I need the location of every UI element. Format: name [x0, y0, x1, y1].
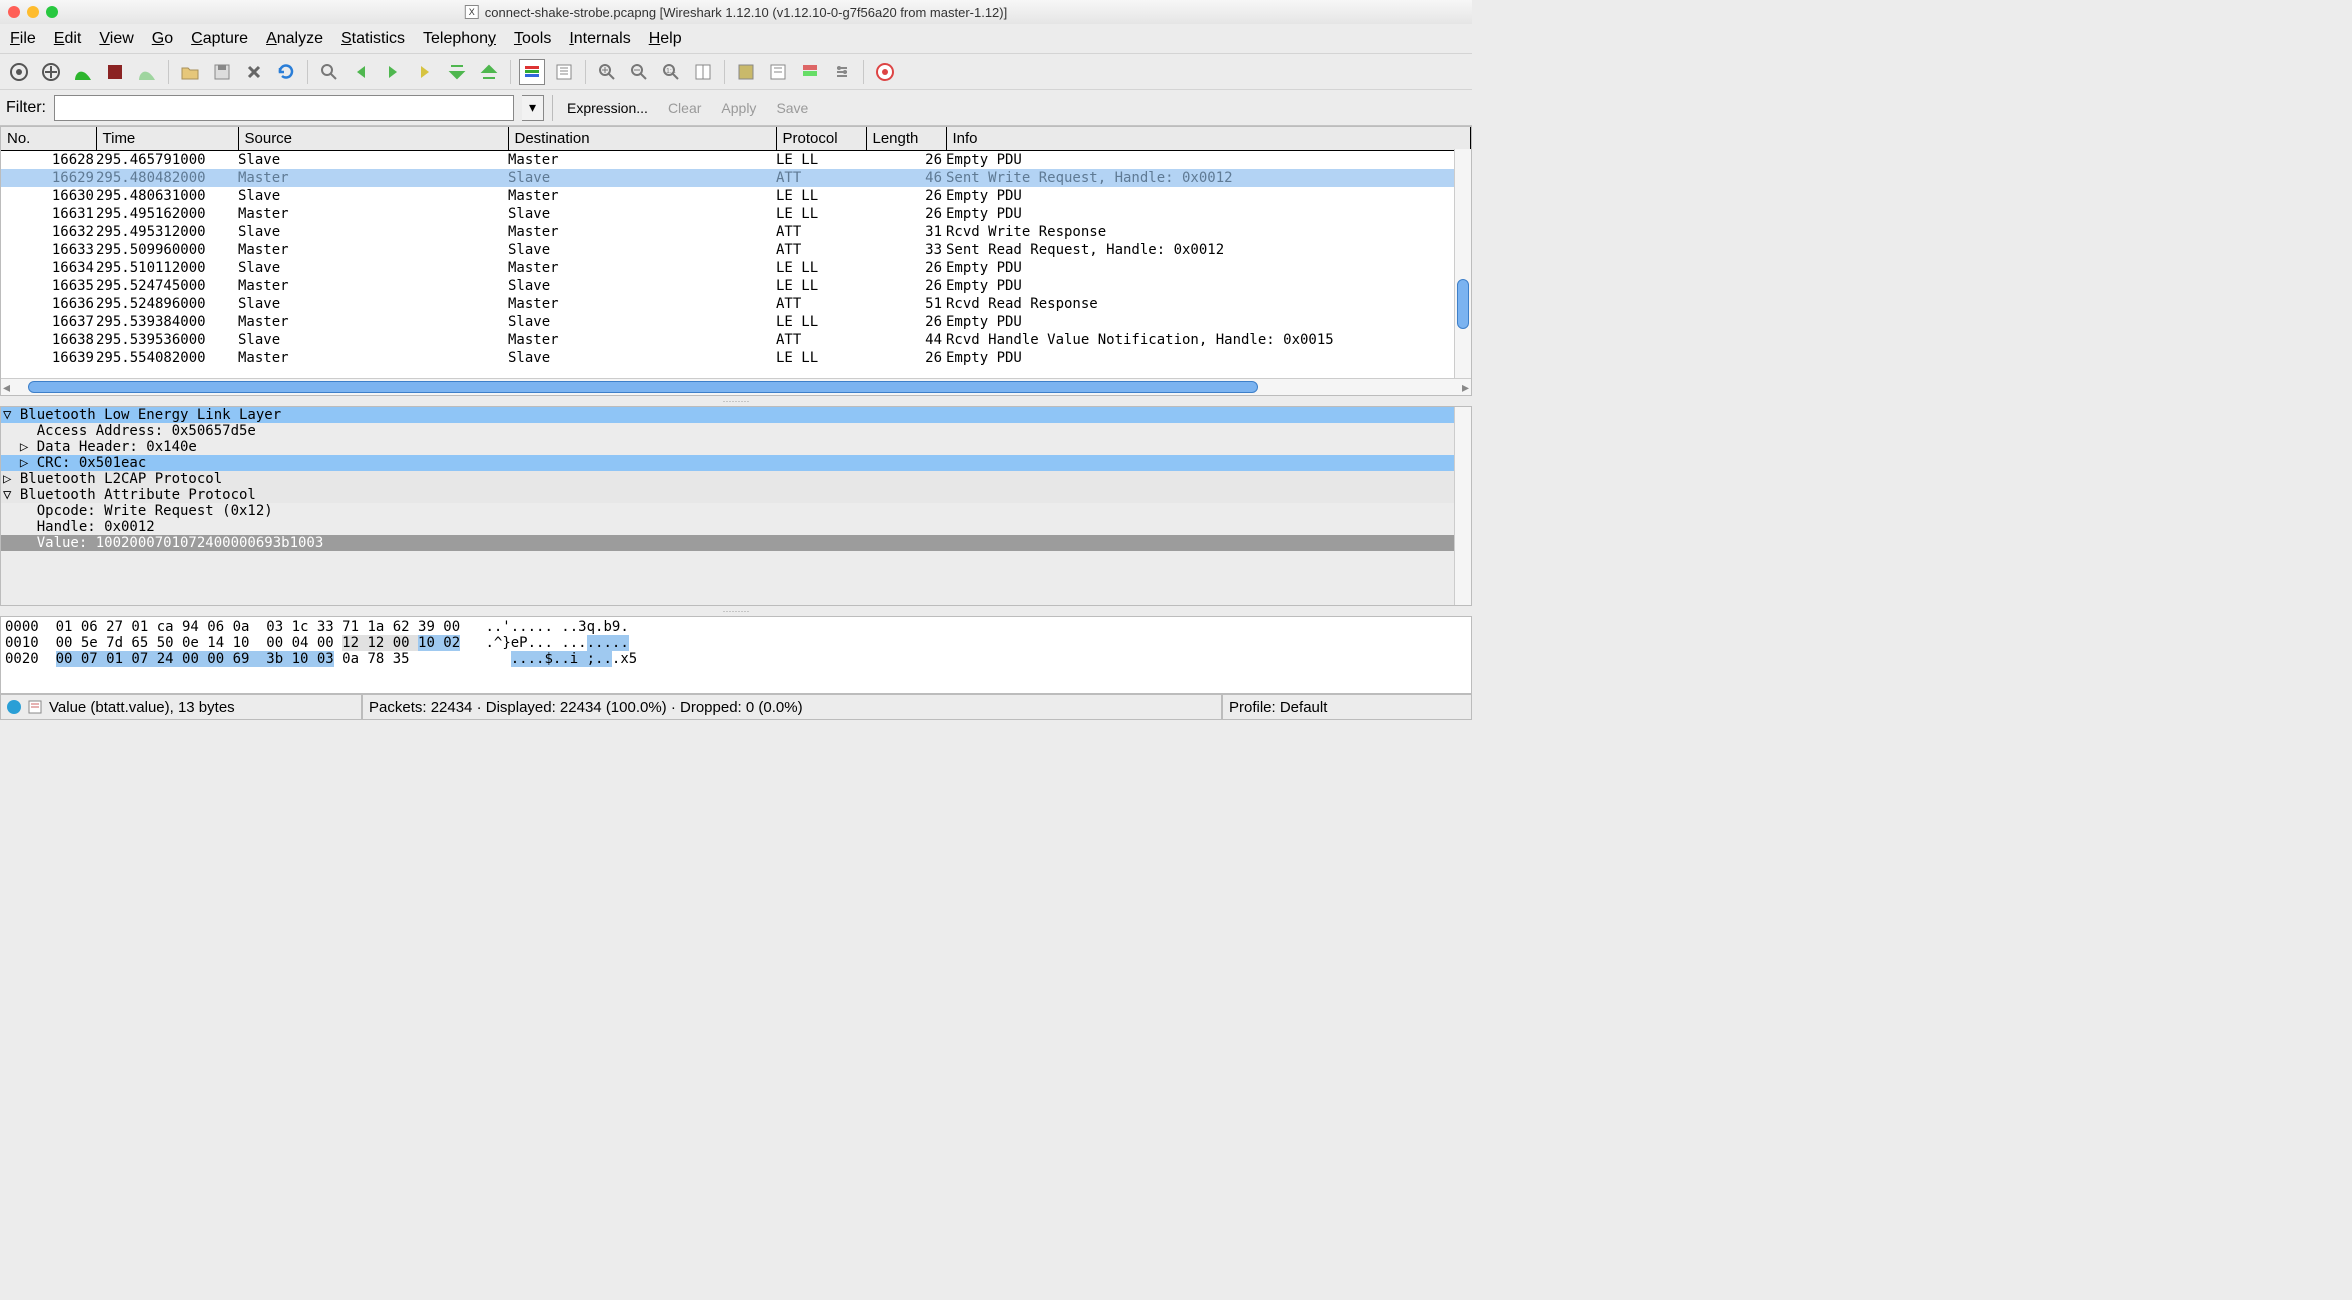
tree-att[interactable]: ▽ Bluetooth Attribute Protocol	[1, 487, 1471, 503]
svg-text:1:1: 1:1	[666, 68, 676, 75]
packet-row[interactable]: 16636 295.524896000 Slave Master ATT51 R…	[1, 295, 1471, 313]
coloring-rules-icon[interactable]	[797, 59, 823, 85]
tree-access-address[interactable]: Access Address: 0x50657d5e	[1, 423, 1471, 439]
close-file-icon[interactable]	[241, 59, 267, 85]
packet-row[interactable]: 16628 295.465791000 Slave Master LE LL26…	[1, 151, 1471, 170]
column-no[interactable]: No.	[1, 127, 96, 151]
filter-clear-button[interactable]: Clear	[662, 98, 707, 118]
expert-info-icon[interactable]	[7, 700, 21, 714]
find-packet-icon[interactable]	[316, 59, 342, 85]
minimize-window-button[interactable]	[27, 6, 39, 18]
menu-bar: File Edit View Go Capture Analyze Statis…	[0, 24, 1472, 54]
packet-row[interactable]: 16632 295.495312000 Slave Master ATT31 R…	[1, 223, 1471, 241]
status-packets: Packets: 22434 · Displayed: 22434 (100.0…	[362, 694, 1222, 720]
column-time[interactable]: Time	[96, 127, 238, 151]
annotations-icon[interactable]	[27, 699, 43, 715]
auto-scroll-icon[interactable]	[551, 59, 577, 85]
packet-row[interactable]: 16629 295.480482000 Master Slave ATT46 S…	[1, 169, 1471, 187]
column-info[interactable]: Info	[946, 127, 1471, 151]
display-filters-icon[interactable]	[765, 59, 791, 85]
preferences-icon[interactable]	[829, 59, 855, 85]
menu-capture[interactable]: Capture	[191, 30, 248, 48]
window-title: connect-shake-strobe.pcapng [Wireshark 1…	[485, 5, 1007, 20]
start-capture-icon[interactable]	[70, 59, 96, 85]
filter-apply-button[interactable]: Apply	[715, 98, 762, 118]
close-window-button[interactable]	[8, 6, 20, 18]
document-icon: X	[465, 5, 479, 19]
status-value: Value (btatt.value), 13 bytes	[49, 699, 235, 716]
column-source[interactable]: Source	[238, 127, 508, 151]
interfaces-icon[interactable]	[6, 59, 32, 85]
tree-value[interactable]: Value: 1002000701072400000693b1003	[1, 535, 1471, 551]
colorize-icon[interactable]	[519, 59, 545, 85]
go-forward-icon[interactable]	[380, 59, 406, 85]
tree-l2cap[interactable]: ▷ Bluetooth L2CAP Protocol	[1, 471, 1471, 487]
packet-row[interactable]: 16634 295.510112000 Slave Master LE LL26…	[1, 259, 1471, 277]
packet-row[interactable]: 16639 295.554082000 Master Slave LE LL26…	[1, 349, 1471, 367]
go-back-icon[interactable]	[348, 59, 374, 85]
title-bar: X connect-shake-strobe.pcapng [Wireshark…	[0, 0, 1472, 24]
capture-filters-icon[interactable]	[733, 59, 759, 85]
menu-tools[interactable]: Tools	[514, 30, 551, 48]
status-profile[interactable]: Profile: Default	[1222, 694, 1472, 720]
tree-data-header[interactable]: ▷ Data Header: 0x140e	[1, 439, 1471, 455]
help-icon[interactable]	[872, 59, 898, 85]
status-bar: Value (btatt.value), 13 bytes Packets: 2…	[0, 694, 1472, 720]
restart-capture-icon[interactable]	[134, 59, 160, 85]
menu-file[interactable]: File	[10, 30, 36, 48]
tree-opcode[interactable]: Opcode: Write Request (0x12)	[1, 503, 1471, 519]
zoom-reset-icon[interactable]: 1:1	[658, 59, 684, 85]
packet-list-vscroll[interactable]	[1454, 149, 1471, 378]
column-protocol[interactable]: Protocol	[776, 127, 866, 151]
zoom-window-button[interactable]	[46, 6, 58, 18]
tree-handle[interactable]: Handle: 0x0012	[1, 519, 1471, 535]
go-to-packet-icon[interactable]	[412, 59, 438, 85]
zoom-out-icon[interactable]	[626, 59, 652, 85]
zoom-in-icon[interactable]	[594, 59, 620, 85]
filter-label: Filter:	[6, 99, 46, 117]
menu-view[interactable]: View	[99, 30, 133, 48]
menu-help[interactable]: Help	[649, 30, 682, 48]
menu-internals[interactable]: Internals	[569, 30, 630, 48]
go-first-icon[interactable]	[444, 59, 470, 85]
reload-icon[interactable]	[273, 59, 299, 85]
packet-row[interactable]: 16630 295.480631000 Slave Master LE LL26…	[1, 187, 1471, 205]
menu-go[interactable]: Go	[152, 30, 173, 48]
filter-input[interactable]	[54, 95, 514, 121]
filter-toolbar: Filter: ▾ Expression... Clear Apply Save	[0, 90, 1472, 126]
filter-save-button[interactable]: Save	[770, 98, 814, 118]
options-icon[interactable]	[38, 59, 64, 85]
packet-row[interactable]: 16631 295.495162000 Master Slave LE LL26…	[1, 205, 1471, 223]
menu-telephony[interactable]: Telephony	[423, 30, 496, 48]
packet-bytes-pane[interactable]: 0000 01 06 27 01 ca 94 06 0a 03 1c 33 71…	[0, 616, 1472, 694]
menu-analyze[interactable]: Analyze	[266, 30, 323, 48]
column-destination[interactable]: Destination	[508, 127, 776, 151]
open-file-icon[interactable]	[177, 59, 203, 85]
packet-row[interactable]: 16637 295.539384000 Master Slave LE LL26…	[1, 313, 1471, 331]
details-vscroll[interactable]	[1454, 407, 1471, 605]
tree-ble-link-layer[interactable]: ▽ Bluetooth Low Energy Link Layer	[1, 407, 1471, 423]
resize-columns-icon[interactable]	[690, 59, 716, 85]
stop-capture-icon[interactable]	[102, 59, 128, 85]
main-toolbar: 1:1	[0, 54, 1472, 90]
filter-dropdown-button[interactable]: ▾	[522, 95, 544, 121]
packet-row[interactable]: 16638 295.539536000 Slave Master ATT44 R…	[1, 331, 1471, 349]
packet-details-pane[interactable]: ▽ Bluetooth Low Energy Link Layer Access…	[0, 406, 1472, 606]
packet-row[interactable]: 16635 295.524745000 Master Slave LE LL26…	[1, 277, 1471, 295]
menu-statistics[interactable]: Statistics	[341, 30, 405, 48]
tree-crc[interactable]: ▷ CRC: 0x501eac	[1, 455, 1471, 471]
menu-edit[interactable]: Edit	[54, 30, 82, 48]
packet-list-hscroll[interactable]: ◂ ▸	[1, 378, 1471, 395]
filter-expression-button[interactable]: Expression...	[561, 98, 654, 118]
go-last-icon[interactable]	[476, 59, 502, 85]
packet-row[interactable]: 16633 295.509960000 Master Slave ATT33 S…	[1, 241, 1471, 259]
column-length[interactable]: Length	[866, 127, 946, 151]
packet-list-pane[interactable]: No. Time Source Destination Protocol Len…	[0, 126, 1472, 396]
save-file-icon[interactable]	[209, 59, 235, 85]
